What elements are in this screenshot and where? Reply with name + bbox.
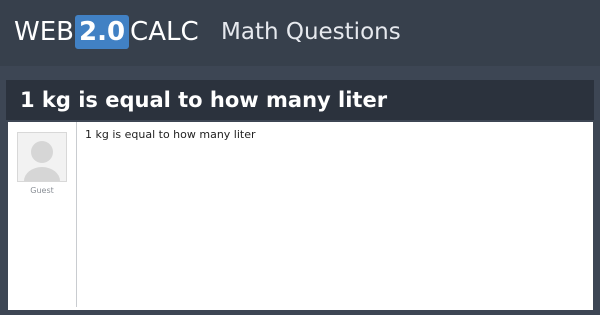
- logo-version-badge: 2.0: [74, 15, 130, 49]
- logo-prefix: WEB: [14, 17, 74, 47]
- page-title: 1 kg is equal to how many liter: [20, 88, 388, 112]
- question-text: 1 kg is equal to how many liter: [85, 128, 256, 141]
- avatar-head-shape: [31, 141, 53, 163]
- site-logo[interactable]: WEB 2.0 CALC: [14, 14, 199, 50]
- site-header: WEB 2.0 CALC Math Questions: [0, 0, 600, 66]
- logo-suffix: CALC: [130, 17, 199, 47]
- question-author: Guest: [8, 122, 77, 307]
- default-user-avatar-icon[interactable]: [17, 132, 67, 182]
- title-bar: 1 kg is equal to how many liter: [6, 80, 594, 120]
- site-section-title[interactable]: Math Questions: [221, 14, 401, 50]
- avatar-shoulders-shape: [24, 167, 60, 181]
- question-panel: Guest 1 kg is equal to how many liter: [8, 122, 593, 310]
- author-name: Guest: [30, 186, 54, 195]
